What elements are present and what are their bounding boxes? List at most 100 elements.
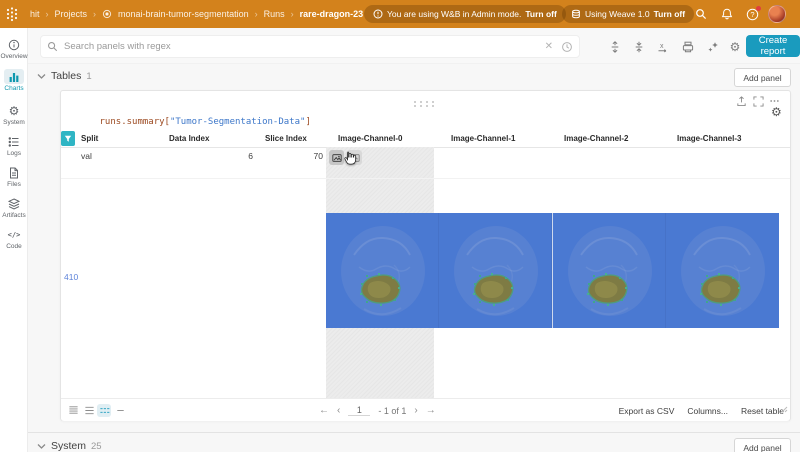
section-divider [28, 432, 800, 433]
prev-page-icon[interactable]: ‹ [337, 405, 340, 416]
last-page-icon[interactable]: → [426, 405, 436, 416]
sidebar-item-label: Code [6, 243, 22, 250]
info-icon [7, 38, 21, 52]
weave-banner[interactable]: Using Weave 1.0 Turn off [562, 5, 695, 23]
history-icon[interactable] [561, 41, 573, 53]
weave-turn-off-button[interactable]: Turn off [654, 9, 685, 19]
add-panel-button[interactable]: Add panel [734, 438, 791, 452]
column-header-image-channel-3[interactable]: Image-Channel-3 [677, 134, 741, 143]
breadcrumb-separator: › [93, 9, 97, 19]
row-height-large-icon[interactable] [97, 404, 111, 417]
row-height-medium-icon[interactable] [82, 404, 96, 417]
mri-image-channel-0[interactable] [326, 213, 440, 328]
sidebar-item-system[interactable]: ⚙ System [0, 104, 28, 126]
weave-message: Using Weave 1.0 [585, 9, 650, 19]
page-number-input[interactable] [348, 405, 371, 416]
first-page-icon[interactable]: ← [319, 405, 329, 416]
sidebar-item-artifacts[interactable]: Artifacts [0, 197, 28, 219]
column-header-image-channel-0[interactable]: Image-Channel-0 [338, 134, 402, 143]
mri-image-strip [326, 213, 779, 328]
admin-turn-off-button[interactable]: Turn off [525, 9, 556, 19]
row-divider [61, 178, 790, 179]
breadcrumb-separator: › [45, 9, 49, 19]
admin-mode-banner[interactable]: You are using W&B in Admin mode. Turn of… [364, 5, 566, 23]
mri-image-channel-1[interactable] [439, 213, 553, 328]
filter-icon[interactable] [61, 131, 75, 146]
column-header-image-channel-2[interactable]: Image-Channel-2 [564, 134, 628, 143]
alert-icon [373, 9, 383, 19]
notifications-bell-icon[interactable] [720, 7, 734, 21]
tables-section-header[interactable]: Tables 1 [37, 70, 92, 82]
admin-mode-message: You are using W&B in Admin mode. [387, 9, 522, 19]
sidebar-item-label: Overview [0, 53, 28, 60]
row-height-small-icon[interactable] [66, 404, 80, 417]
fullscreen-icon[interactable] [752, 95, 765, 108]
row-height-collapse-icon[interactable] [113, 404, 127, 417]
query-string: "Tumor-Segmentation-Data" [169, 117, 306, 127]
reset-table-button[interactable]: Reset table [741, 406, 784, 416]
section-count: 1 [86, 70, 92, 82]
run-sidebar: Overview Charts ⚙ System Logs Files Arti… [0, 28, 28, 452]
add-panel-button[interactable]: Add panel [734, 68, 791, 87]
panel-search-input[interactable] [64, 41, 539, 52]
media-row-index-link[interactable]: 410 [64, 272, 78, 282]
x-axis-settings-icon[interactable]: x [656, 40, 670, 54]
wandb-logo-icon[interactable] [4, 6, 20, 22]
columns-button[interactable]: Columns... [687, 406, 728, 416]
sidebar-item-code[interactable]: </> Code [0, 228, 28, 250]
column-header-data-index[interactable]: Data Index [169, 134, 209, 143]
collapse-panels-icon[interactable] [632, 40, 646, 54]
panel-resize-handle[interactable] [781, 400, 788, 418]
cell-data-index[interactable]: 6 [213, 151, 253, 161]
breadcrumb-project[interactable]: monai-brain-tumor-segmentation [118, 9, 249, 19]
help-icon[interactable]: ? [745, 6, 761, 21]
weave-icon [571, 9, 581, 19]
svg-text:?: ? [750, 10, 754, 19]
breadcrumb-projects[interactable]: Projects [55, 9, 88, 19]
panel-search-box[interactable]: ✕ [40, 35, 580, 58]
top-nav-bar: hit › Projects › monai-brain-tumor-segme… [0, 0, 800, 28]
global-search-icon[interactable] [694, 7, 708, 21]
cell-split[interactable]: val [81, 151, 92, 161]
expand-panels-icon[interactable] [608, 40, 622, 54]
user-avatar[interactable] [768, 5, 786, 23]
mouse-cursor [342, 150, 357, 172]
settings-gear-icon[interactable]: ⚙ [728, 40, 742, 54]
export-panel-icon[interactable] [735, 95, 748, 108]
panel-layout-icon[interactable] [681, 40, 695, 54]
column-header-image-channel-1[interactable]: Image-Channel-1 [451, 134, 515, 143]
breadcrumb-runs[interactable]: Runs [264, 9, 285, 19]
mri-image-channel-2[interactable] [552, 213, 666, 328]
section-title: System [51, 440, 87, 452]
sidebar-item-label: Artifacts [2, 212, 26, 219]
cell-slice-index[interactable]: 70 [283, 151, 323, 161]
column-header-slice-index[interactable]: Slice Index [265, 134, 307, 143]
table-settings-gear-icon[interactable]: ⚙ [771, 105, 782, 119]
sidebar-item-label: Charts [4, 85, 24, 92]
mri-image-channel-3[interactable] [665, 213, 779, 328]
list-icon [7, 135, 21, 149]
breadcrumb-run-name[interactable]: rare-dragon-23 [300, 9, 364, 19]
notification-dot [756, 6, 761, 11]
create-report-button[interactable]: Create report [746, 35, 800, 57]
breadcrumb-user[interactable]: hit [30, 9, 40, 19]
magic-suggestions-icon[interactable] [706, 40, 720, 54]
chevron-down-icon [37, 73, 46, 80]
table-actions: Export as CSV Columns... Reset table [619, 399, 784, 422]
system-section-header[interactable]: System 25 [37, 440, 102, 452]
drag-handle[interactable] [413, 95, 435, 113]
column-header-split[interactable]: Split [81, 134, 98, 143]
sidebar-item-logs[interactable]: Logs [0, 135, 28, 157]
sidebar-item-charts[interactable]: Charts [0, 69, 28, 92]
query-close-bracket: ] [305, 117, 311, 127]
panel-query[interactable]: runs.summary["Tumor-Segmentation-Data"] [67, 107, 311, 137]
sidebar-item-label: System [3, 119, 25, 126]
layers-icon [7, 197, 21, 211]
export-csv-button[interactable]: Export as CSV [619, 406, 675, 416]
table-footer: ← ‹ - 1 of 1 › → Export as CSV Columns..… [61, 398, 790, 421]
sidebar-item-overview[interactable]: Overview [0, 38, 28, 60]
document-icon [7, 166, 21, 180]
next-page-icon[interactable]: › [414, 405, 417, 416]
clear-search-icon[interactable]: ✕ [545, 41, 553, 52]
sidebar-item-files[interactable]: Files [0, 166, 28, 188]
